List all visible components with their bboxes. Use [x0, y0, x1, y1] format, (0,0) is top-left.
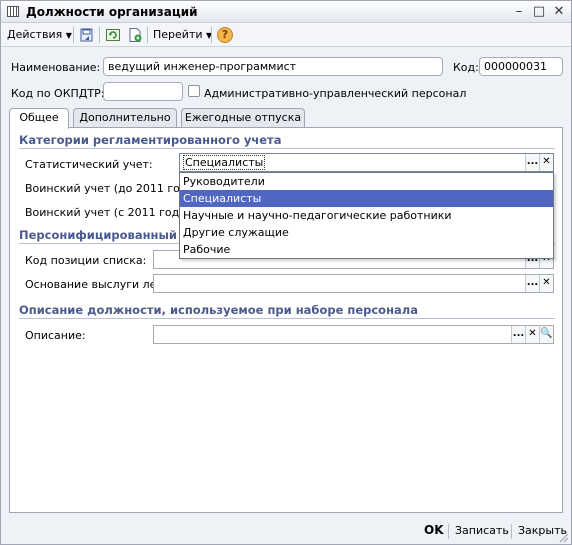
list-position-label: Код позиции списка: [25, 254, 147, 267]
clear-icon[interactable]: ✕ [539, 275, 553, 292]
close-icon[interactable]: ✕ [551, 4, 567, 20]
goto-menu-button[interactable]: Перейти ▼ [153, 26, 212, 44]
seniority-field[interactable]: ... ✕ [153, 274, 554, 293]
section-divider [19, 148, 555, 149]
toolbar-divider [99, 27, 100, 43]
minimize-icon[interactable]: – [511, 4, 527, 20]
seniority-label: Основание выслуги лет: [25, 278, 167, 291]
save-button[interactable]: Записать [455, 524, 509, 537]
toolbar-divider [73, 27, 74, 43]
new-document-icon[interactable] [127, 27, 143, 43]
footer-bar: OK Записать Закрыть [1, 517, 571, 545]
resize-grip-icon[interactable] [557, 531, 569, 543]
tab-additional[interactable]: Дополнительно [73, 108, 177, 128]
dropdown-item[interactable]: Другие служащие [180, 224, 553, 241]
ellipsis-icon[interactable]: ... [525, 275, 539, 292]
actions-menu-button[interactable]: Действия ▼ [7, 26, 72, 44]
help-icon[interactable]: ? [217, 27, 233, 43]
categories-section-title: Категории регламентированного учета [19, 133, 282, 147]
okpdtr-label: Код по ОКПДТР: [11, 87, 105, 100]
maximize-icon[interactable]: □ [531, 4, 547, 20]
dropdown-item[interactable]: Рабочие [180, 241, 553, 258]
ellipsis-icon[interactable]: ... [511, 326, 525, 343]
title-bar: Должности организаций – □ ✕ [1, 1, 571, 23]
stat-select-value: Специалисты [182, 155, 266, 170]
ok-button[interactable]: OK [424, 523, 444, 537]
code-field[interactable]: 000000031 [479, 57, 563, 76]
admin-staff-checkbox[interactable] [188, 85, 200, 97]
code-label: Код: [453, 61, 479, 74]
clear-icon[interactable]: ✕ [525, 326, 539, 343]
section-divider [19, 318, 555, 319]
chevron-down-icon: ▼ [65, 31, 72, 40]
okpdtr-field[interactable] [103, 82, 183, 101]
dropdown-item[interactable]: Научные и научно-педагогические работник… [180, 207, 553, 224]
toolbar-divider [211, 27, 212, 43]
stat-select[interactable]: Специалисты ... ✕ [179, 153, 554, 172]
toolbar: Действия ▼ Перейти ▼ ? [1, 23, 571, 47]
clear-icon[interactable]: ✕ [539, 154, 553, 171]
dropdown-item[interactable]: Специалисты [180, 190, 553, 207]
tab-general[interactable]: Общее [9, 108, 69, 129]
catalog-icon [7, 6, 19, 17]
admin-staff-label: Административно-управленческий персонал [204, 87, 467, 100]
save-and-close-icon[interactable] [79, 27, 95, 43]
military-new-label: Воинский учет (с 2011 года): [25, 206, 194, 219]
description-section-title: Описание должности, используемое при наб… [19, 303, 418, 317]
stat-dropdown-list: Руководители Специалисты Научные и научн… [179, 172, 554, 259]
tab-annual-leave[interactable]: Ежегодные отпуска [181, 108, 305, 128]
description-field[interactable]: ... ✕ 🔍 [153, 325, 554, 344]
footer-divider [511, 524, 512, 539]
name-field[interactable]: ведущий инженер-программист [103, 57, 443, 76]
dropdown-item[interactable]: Руководители [180, 173, 553, 190]
footer-divider [448, 524, 449, 539]
military-old-label: Воинский учет (до 2011 года): [25, 182, 203, 195]
refresh-icon[interactable] [105, 27, 121, 43]
name-label: Наименование: [11, 61, 101, 74]
ellipsis-icon[interactable]: ... [525, 154, 539, 171]
goto-menu-label: Перейти [153, 28, 203, 41]
window-title: Должности организаций [26, 5, 198, 19]
description-label: Описание: [25, 329, 86, 342]
toolbar-divider [147, 27, 148, 43]
dialog-window: Должности организаций – □ ✕ Действия ▼ П… [0, 0, 572, 545]
actions-menu-label: Действия [7, 28, 63, 41]
stat-label: Статистический учет: [25, 158, 153, 171]
help-label: ? [221, 28, 229, 41]
open-icon[interactable]: 🔍 [539, 326, 553, 343]
